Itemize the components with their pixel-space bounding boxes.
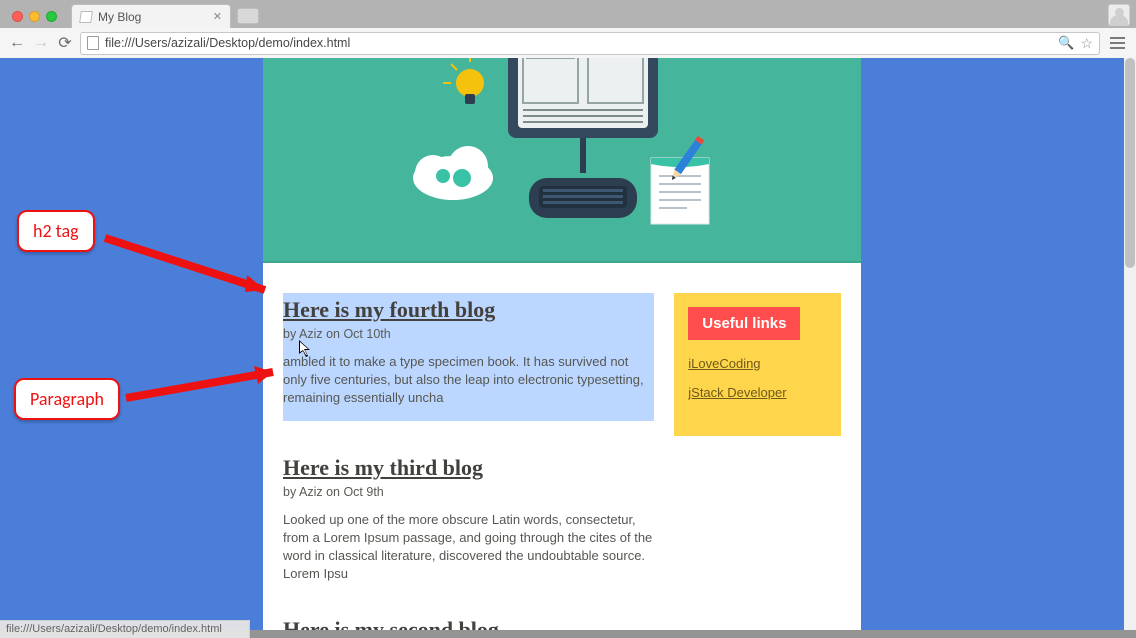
hamburger-menu-icon[interactable] bbox=[1106, 37, 1128, 49]
scrollbar-thumb[interactable] bbox=[1125, 58, 1135, 268]
sidebar-link[interactable]: iLoveCoding bbox=[688, 356, 827, 371]
sidebar-title: Useful links bbox=[688, 307, 800, 340]
maximize-window-icon[interactable] bbox=[46, 11, 57, 22]
back-button[interactable]: ← bbox=[8, 34, 26, 52]
tab-title: My Blog bbox=[98, 10, 141, 24]
annotation-paragraph: Paragraph bbox=[14, 378, 120, 420]
annotation-arrow-icon bbox=[95, 220, 295, 310]
window-controls[interactable] bbox=[12, 11, 57, 22]
new-tab-button[interactable] bbox=[237, 8, 259, 24]
hero-banner bbox=[263, 58, 861, 263]
address-bar[interactable]: file:///Users/azizali/Desktop/demo/index… bbox=[80, 32, 1100, 55]
sidebar-link[interactable]: jStack Developer bbox=[688, 385, 827, 400]
annotation-arrow-icon bbox=[118, 360, 298, 420]
bookmark-icon[interactable]: ☆ bbox=[1080, 35, 1093, 52]
post-excerpt: ambled it to make a type specimen book. … bbox=[283, 353, 654, 407]
blog-post: Here is my third blog by Aziz on Oct 9th… bbox=[283, 455, 654, 583]
favicon-icon bbox=[79, 11, 93, 23]
minimize-window-icon[interactable] bbox=[29, 11, 40, 22]
forward-button: → bbox=[32, 34, 50, 52]
sidebar: Useful links iLoveCoding jStack Develope… bbox=[674, 293, 841, 436]
content-area: Here is my fourth blog by Aziz on Oct 10… bbox=[263, 263, 861, 630]
post-meta: by Aziz on Oct 9th bbox=[283, 485, 654, 499]
annotation-h2: h2 tag bbox=[17, 210, 95, 252]
search-icon[interactable]: 🔍 bbox=[1058, 35, 1074, 51]
post-meta: by Aziz on Oct 10th bbox=[283, 327, 654, 341]
post-title[interactable]: Here is my second blog bbox=[283, 617, 654, 630]
reload-button[interactable]: ⟳ bbox=[56, 34, 74, 52]
status-bar: file:///Users/azizali/Desktop/demo/index… bbox=[0, 620, 250, 638]
blog-post: Here is my second blog by Aziz on Oct 8t… bbox=[283, 617, 654, 630]
post-title[interactable]: Here is my fourth blog bbox=[283, 297, 654, 323]
browser-toolbar: ← → ⟳ file:///Users/azizali/Desktop/demo… bbox=[0, 28, 1136, 58]
close-tab-icon[interactable]: ✕ bbox=[213, 10, 222, 23]
page-container: Here is my fourth blog by Aziz on Oct 10… bbox=[263, 58, 861, 630]
scrollbar-track[interactable] bbox=[1124, 58, 1136, 630]
posts-column: Here is my fourth blog by Aziz on Oct 10… bbox=[283, 293, 654, 630]
file-icon bbox=[87, 36, 99, 50]
url-text: file:///Users/azizali/Desktop/demo/index… bbox=[105, 36, 350, 50]
post-excerpt: Looked up one of the more obscure Latin … bbox=[283, 511, 654, 583]
hero-illustration-icon bbox=[263, 58, 861, 263]
profile-avatar-icon[interactable] bbox=[1108, 4, 1130, 26]
post-title[interactable]: Here is my third blog bbox=[283, 455, 654, 481]
blog-post: Here is my fourth blog by Aziz on Oct 10… bbox=[283, 293, 654, 421]
browser-chrome: My Blog ✕ ← → ⟳ file:///Users/azizali/De… bbox=[0, 0, 1136, 58]
browser-tab[interactable]: My Blog ✕ bbox=[71, 4, 231, 28]
close-window-icon[interactable] bbox=[12, 11, 23, 22]
browser-tabbar: My Blog ✕ bbox=[0, 0, 1136, 28]
page-viewport: Here is my fourth blog by Aziz on Oct 10… bbox=[0, 58, 1124, 630]
